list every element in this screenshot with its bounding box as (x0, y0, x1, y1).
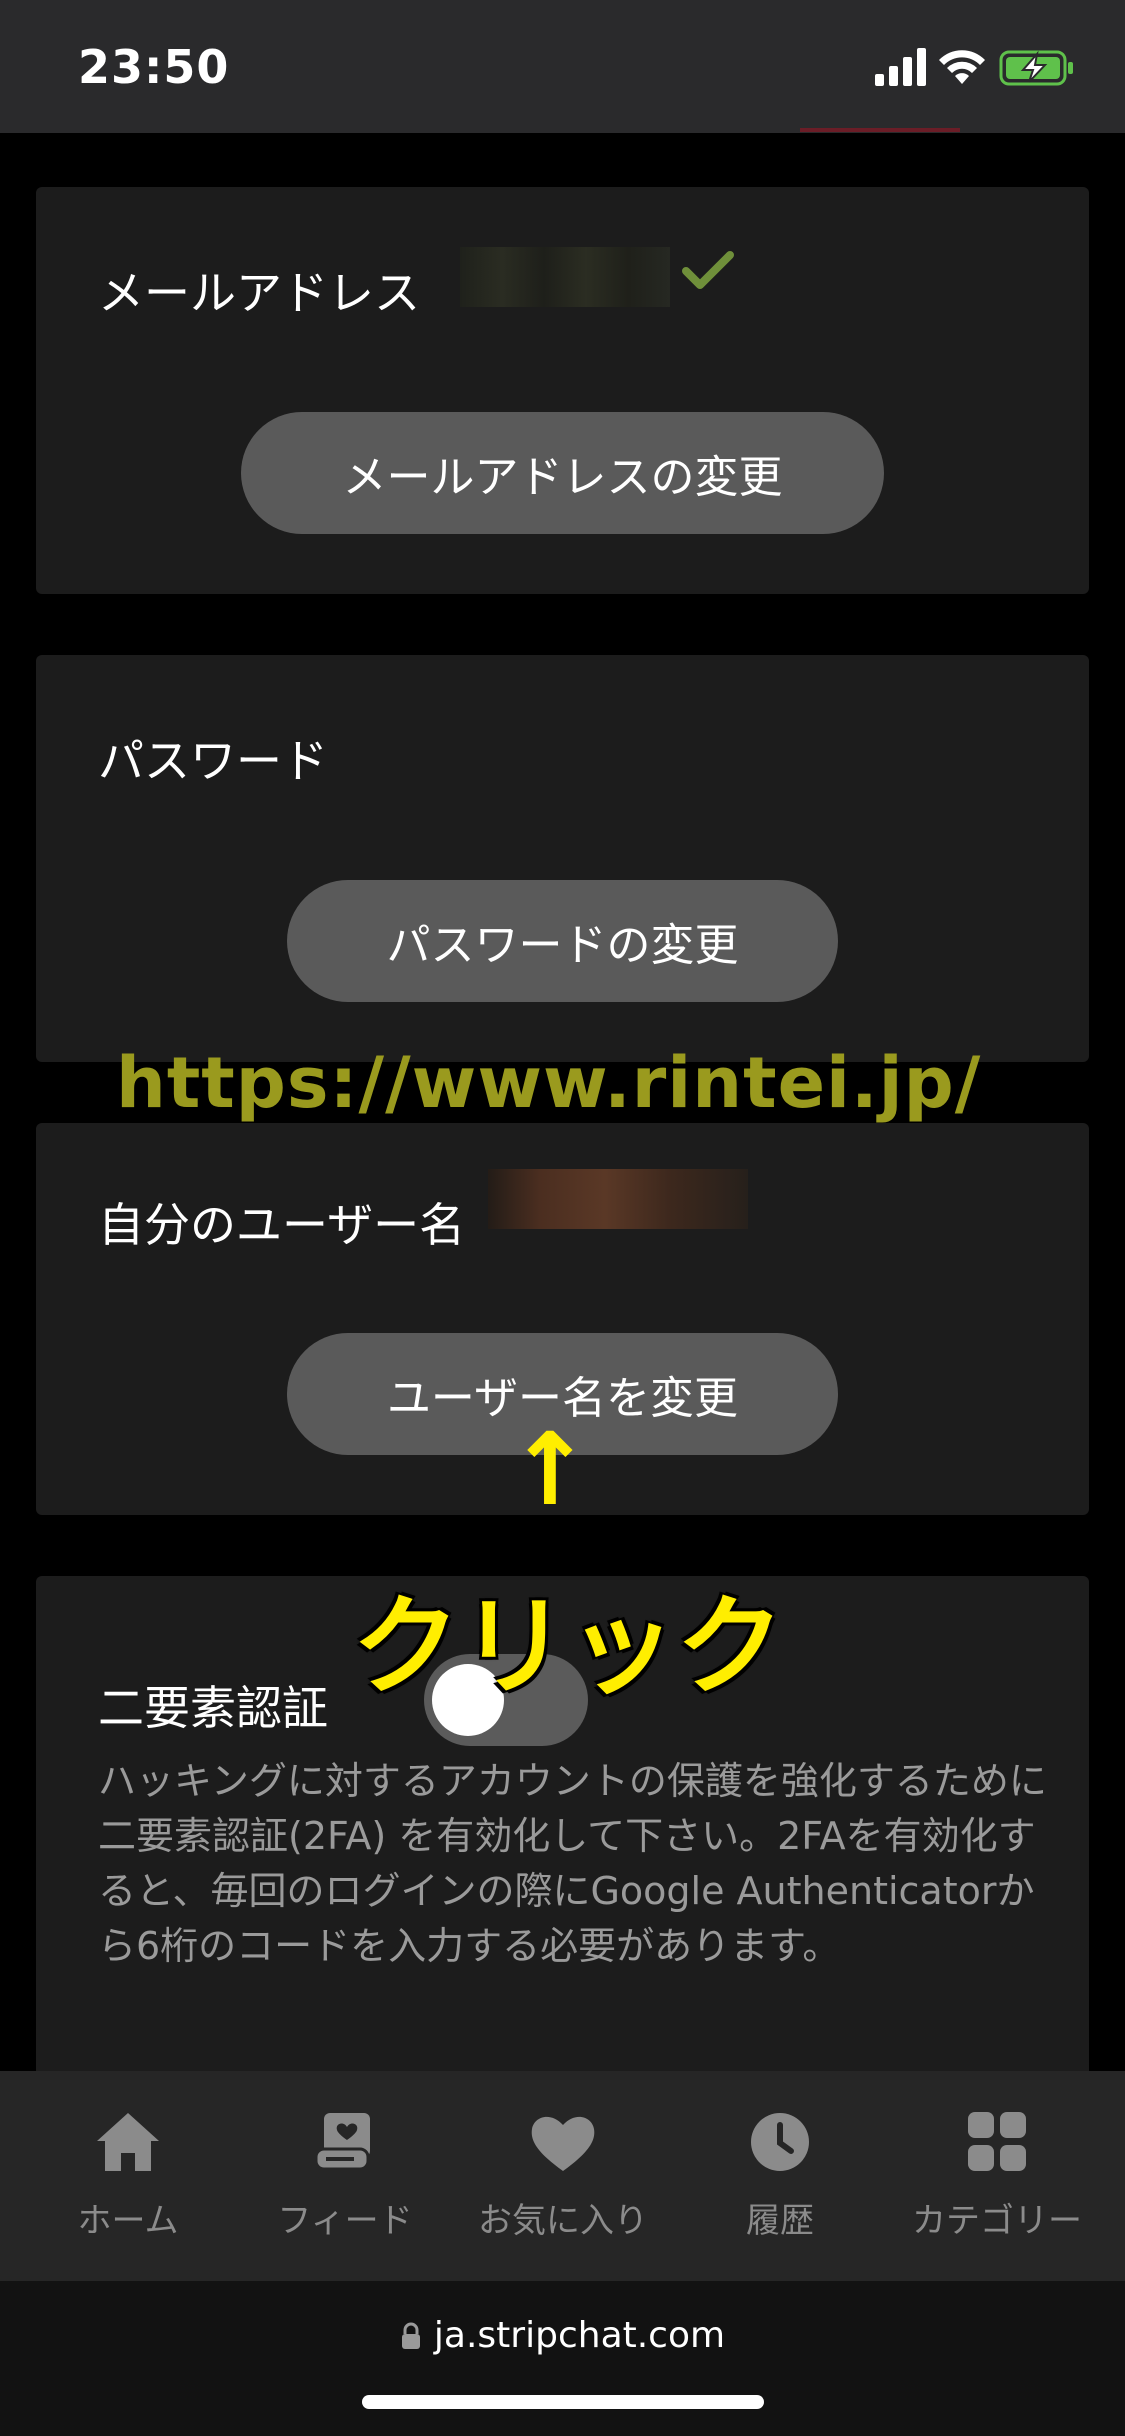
nav-label-history: 履歴 (746, 2201, 814, 2241)
change-password-button[interactable]: パスワードの変更 (287, 880, 838, 1002)
nav-label-favorites: お気に入り (478, 2201, 648, 2241)
battery-charging-icon (999, 50, 1073, 86)
home-indicator[interactable] (362, 2395, 764, 2409)
cellular-signal-icon (875, 48, 926, 86)
grid-icon (968, 2112, 1026, 2171)
home-icon (97, 2113, 159, 2171)
nav-label-categories: カテゴリー (912, 2201, 1082, 2241)
wifi-icon (939, 50, 985, 84)
heart-icon (531, 2116, 595, 2171)
annotation-arrow: ↑ (508, 1411, 592, 1528)
username-label: 自分のユーザー名 (98, 1198, 466, 1252)
url-text: ja.stripchat.com (433, 2315, 726, 2356)
email-card: メールアドレス メールアドレスの変更 (36, 187, 1089, 594)
nav-item-home[interactable]: ホーム (23, 2109, 233, 2259)
url-display[interactable]: ja.stripchat.com (0, 2315, 1125, 2356)
nav-item-favorites[interactable]: お気に入り (458, 2109, 668, 2259)
email-label: メールアドレス (98, 266, 420, 320)
nav-label-feed: フィード (277, 2201, 413, 2241)
bottom-nav: ホーム フィード お気に入り 履歴 カテゴリー (0, 2071, 1125, 2281)
browser-url-bar[interactable]: ja.stripchat.com (0, 2281, 1125, 2436)
clock-icon (751, 2113, 809, 2171)
nav-item-feed[interactable]: フィード (240, 2109, 450, 2259)
two-factor-label: 二要素認証 (98, 1681, 328, 1735)
password-label: パスワード (98, 734, 328, 788)
feed-icon (314, 2113, 370, 2171)
lock-icon (401, 2322, 420, 2349)
username-value-redacted (488, 1169, 748, 1229)
verified-check-icon (682, 251, 734, 289)
two-factor-description: ハッキングに対するアカウントの保護を強化するために二要素認証(2FA) を有効化… (98, 1759, 1047, 1968)
nav-item-history[interactable]: 履歴 (675, 2109, 885, 2259)
password-card: パスワード パスワードの変更 (36, 655, 1089, 1062)
nav-item-categories[interactable]: カテゴリー (892, 2109, 1102, 2259)
status-time: 23:50 (78, 40, 230, 94)
watermark-url: https://www.rintei.jp/ (116, 1042, 982, 1124)
nav-label-home: ホーム (77, 2201, 179, 2241)
change-email-button[interactable]: メールアドレスの変更 (241, 412, 884, 534)
status-bar: 23:50 (0, 0, 1125, 133)
page: 23:50 メールアドレス メールアドレスの変更 パスワード パスワードの変更 … (0, 0, 1125, 2436)
email-value-redacted (460, 247, 670, 307)
header-accent-bar (800, 128, 960, 132)
annotation-click-label: クリック (352, 1585, 785, 1710)
